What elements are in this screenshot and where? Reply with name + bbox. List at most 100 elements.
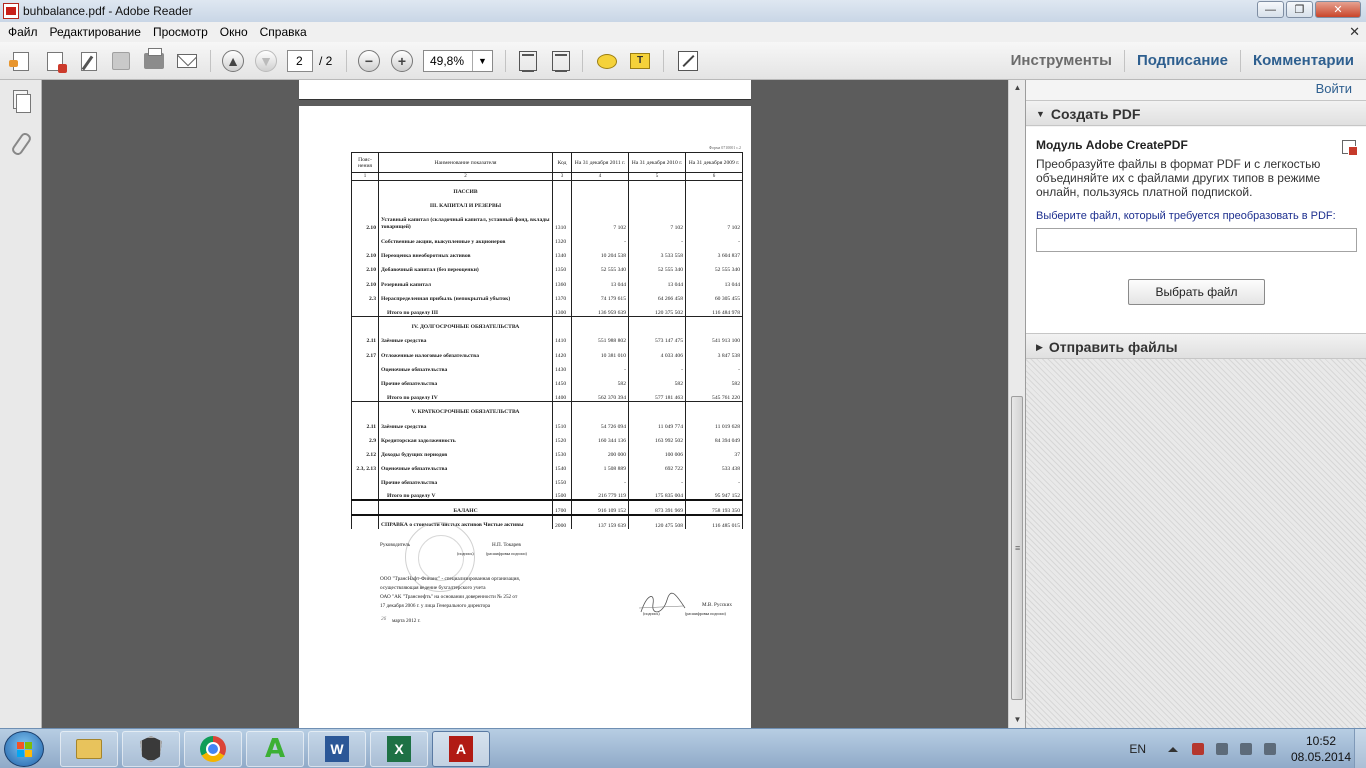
tab-tools[interactable]: Инструменты — [999, 50, 1124, 72]
table-header-row: Пояс-нения Наименование показателя Код Н… — [351, 152, 743, 173]
page-thumbnails-icon[interactable] — [10, 90, 31, 113]
tab-sign[interactable]: Подписание — [1123, 50, 1240, 72]
zoom-out-button[interactable]: − — [356, 49, 382, 73]
highlight-button[interactable]: T — [627, 49, 653, 73]
table-cell: 1370 — [552, 287, 572, 302]
minimize-button[interactable]: — — [1257, 1, 1284, 18]
usb-device-icon[interactable] — [1216, 743, 1228, 755]
taskbar-world-of-tanks[interactable] — [122, 731, 180, 767]
menu-help[interactable]: Справка — [254, 25, 313, 39]
file-path-input[interactable] — [1036, 228, 1357, 252]
column-number: 1 — [351, 172, 379, 181]
menu-edit[interactable]: Редактирование — [44, 25, 147, 39]
table-cell: 2.11 — [351, 415, 379, 430]
vertical-scrollbar[interactable]: ▲ ≡ ▼ — [1008, 80, 1025, 728]
action-center-icon[interactable] — [1192, 743, 1204, 755]
org-text-line: ОАО "АК "Транснефть" на основании довере… — [380, 594, 518, 600]
create-pdf-section-header[interactable]: ▼ Создать PDF — [1026, 100, 1366, 126]
taskbar-a-app[interactable]: A — [246, 731, 304, 767]
table-row: СПРАВКА о стоимости чистых активов Чисты… — [351, 514, 743, 529]
open-button[interactable] — [8, 49, 34, 73]
signature-caption: (подпись) — [457, 551, 474, 556]
taskbar-excel[interactable]: X — [370, 731, 428, 767]
table-cell: 37 — [685, 443, 743, 458]
create-pdf-button[interactable] — [42, 49, 68, 73]
volume-icon[interactable] — [1240, 743, 1252, 755]
send-files-section-header[interactable]: ▶ Отправить файлы — [1026, 333, 1366, 359]
table-cell: 10 204 538 — [571, 245, 629, 260]
start-button[interactable] — [4, 731, 44, 767]
clock-date: 08.05.2014 — [1290, 750, 1352, 764]
email-button[interactable] — [174, 49, 200, 73]
table-cell: V. КРАТКОСРОЧНЫЕ ОБЯЗАТЕЛЬСТВА — [378, 400, 553, 416]
table-cell: БАЛАНС — [378, 499, 553, 516]
windows-logo-icon — [17, 742, 32, 757]
page-number-input[interactable]: 2 — [287, 50, 313, 72]
language-indicator[interactable]: EN — [1129, 742, 1146, 756]
show-desktop-button[interactable] — [1354, 729, 1366, 768]
tools-pane: Войти ▼ Создать PDF Модуль Adobe CreatePD… — [1025, 80, 1366, 728]
column-header: На 31 декабря 2010 г. — [628, 152, 686, 173]
sticky-note-button[interactable] — [594, 49, 620, 73]
table-row: 2.10 Уставный капитал (складочный капитал… — [351, 208, 743, 231]
table-cell: Итого по разделу III — [378, 301, 553, 317]
table-cell: Оценочные обязательства — [378, 457, 553, 473]
fit-width-button[interactable] — [548, 49, 574, 73]
save-button[interactable] — [108, 49, 134, 73]
table-row: 2.10 Резервный капитал 1360 13 044 13 044 13 … — [351, 273, 743, 288]
document-viewer[interactable]: Форма 0710001 с.2 Пояс-нения Наименовани… — [42, 80, 1008, 728]
print-button[interactable] — [141, 48, 167, 73]
chevron-down-icon[interactable]: ▼ — [472, 51, 492, 71]
table-cell: 873 391 969 — [628, 499, 686, 516]
taskbar-adobe-reader[interactable]: A — [432, 731, 490, 767]
edit-button[interactable] — [76, 49, 102, 73]
world-of-tanks-icon — [140, 736, 162, 762]
taskbar-explorer[interactable] — [60, 731, 118, 767]
table-cell: 582 — [571, 372, 629, 387]
close-document-icon[interactable]: ✕ — [1349, 24, 1360, 40]
previous-page-button[interactable]: ▲ — [220, 49, 246, 73]
taskbar-chrome[interactable] — [184, 731, 242, 767]
scroll-up-icon[interactable]: ▲ — [1009, 80, 1026, 96]
network-signal-icon[interactable] — [1264, 743, 1276, 755]
signature-caption: (расшифровка подписи) — [486, 551, 527, 556]
menu-view[interactable]: Просмотр — [147, 25, 214, 39]
show-hidden-icons-icon[interactable] — [1168, 746, 1178, 752]
attachments-icon[interactable] — [10, 132, 30, 154]
zoom-in-button[interactable]: + — [389, 49, 415, 73]
table-cell: 551 988 802 — [571, 330, 629, 345]
column-number-row: 1 2 3 4 5 6 — [351, 172, 743, 181]
table-cell — [351, 315, 379, 331]
maximize-button[interactable]: ❐ — [1286, 1, 1313, 18]
zoom-select[interactable]: 49,8% ▼ — [423, 50, 493, 72]
fit-page-button[interactable] — [515, 49, 541, 73]
scroll-down-icon[interactable]: ▼ — [1009, 712, 1026, 728]
table-cell: 52 555 340 — [685, 259, 743, 274]
table-cell: - — [571, 230, 629, 246]
taskbar-word[interactable]: W — [308, 731, 366, 767]
toolbar: ▲ ▼ 2 / 2 − + 49,8% ▼ T Инструменты Подпи… — [0, 42, 1366, 80]
scrollbar-thumb[interactable]: ≡ — [1011, 396, 1023, 700]
window-title: buhbalance.pdf - Adobe Reader — [23, 4, 193, 18]
title-bar: buhbalance.pdf - Adobe Reader — ❐ ✕ — [0, 0, 1366, 22]
table-row: 2.10 Добавочный капитал (без переоценки) 1… — [351, 259, 743, 274]
next-page-button[interactable]: ▼ — [253, 49, 279, 73]
table-cell: 545 761 220 — [685, 386, 743, 402]
clock[interactable]: 10:52 08.05.2014 — [1288, 733, 1354, 765]
table-cell: 582 — [628, 372, 686, 387]
choose-file-button[interactable]: Выбрать файл — [1128, 279, 1265, 305]
table-cell: - — [628, 230, 686, 246]
table-cell: 11 049 774 — [628, 415, 686, 430]
full-screen-button[interactable] — [675, 49, 701, 73]
sign-in-link[interactable]: Войти — [1316, 81, 1352, 96]
table-row: Итого по разделу IV 1400 562 370 394 577 18… — [351, 386, 743, 402]
menu-file[interactable]: Файл — [2, 25, 44, 39]
close-button[interactable]: ✕ — [1315, 1, 1361, 18]
table-cell: 541 913 100 — [685, 330, 743, 345]
menu-window[interactable]: Окно — [214, 25, 254, 39]
tab-comments[interactable]: Комментарии — [1239, 50, 1366, 72]
column-header: На 31 декабря 2011 г. — [571, 152, 629, 173]
table-cell: 13 044 — [628, 273, 686, 288]
table-cell: 1400 — [552, 386, 572, 402]
column-header: Наименование показателя — [378, 152, 553, 173]
